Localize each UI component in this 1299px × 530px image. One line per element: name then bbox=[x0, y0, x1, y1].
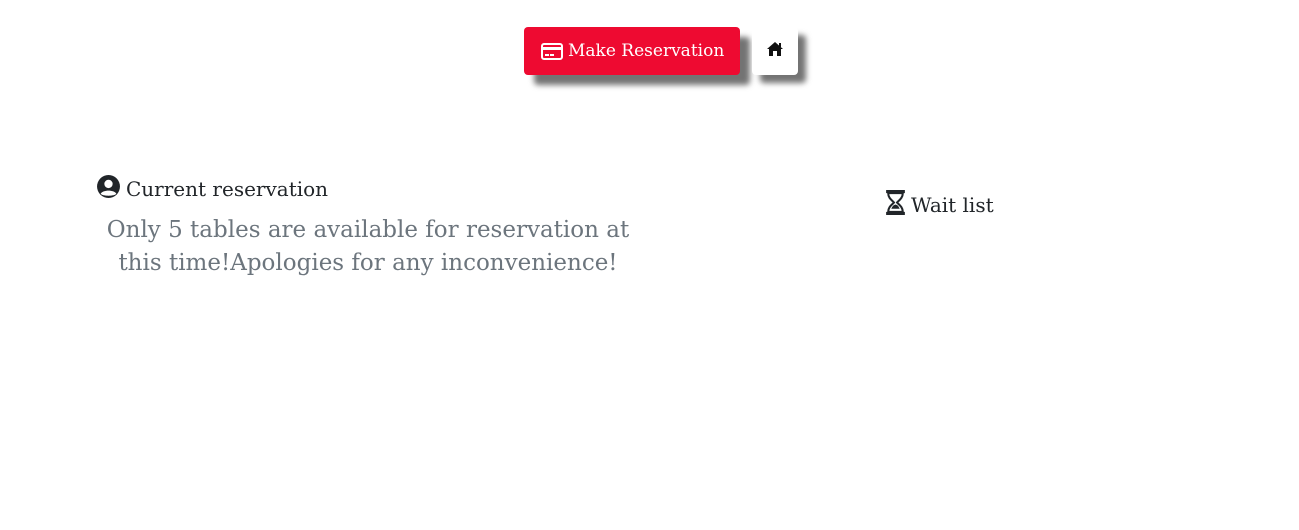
top-navigation: Make Reservation bbox=[524, 27, 799, 75]
current-reservation-section: Current reservation Only 5 tables are av… bbox=[96, 174, 640, 280]
wait-list-section: Wait list bbox=[885, 190, 994, 220]
wait-list-title: Wait list bbox=[911, 193, 994, 217]
wait-list-heading: Wait list bbox=[885, 190, 994, 220]
home-icon bbox=[766, 41, 784, 61]
credit-card-icon bbox=[541, 42, 563, 60]
make-reservation-button[interactable]: Make Reservation bbox=[524, 27, 741, 75]
make-reservation-label: Make Reservation bbox=[568, 41, 725, 61]
user-circle-icon bbox=[96, 174, 121, 204]
hourglass-icon bbox=[885, 190, 906, 220]
current-reservation-heading: Current reservation bbox=[96, 174, 640, 204]
current-reservation-title: Current reservation bbox=[126, 177, 329, 201]
availability-notice: Only 5 tables are available for reservat… bbox=[106, 217, 630, 276]
home-button[interactable] bbox=[752, 27, 799, 75]
